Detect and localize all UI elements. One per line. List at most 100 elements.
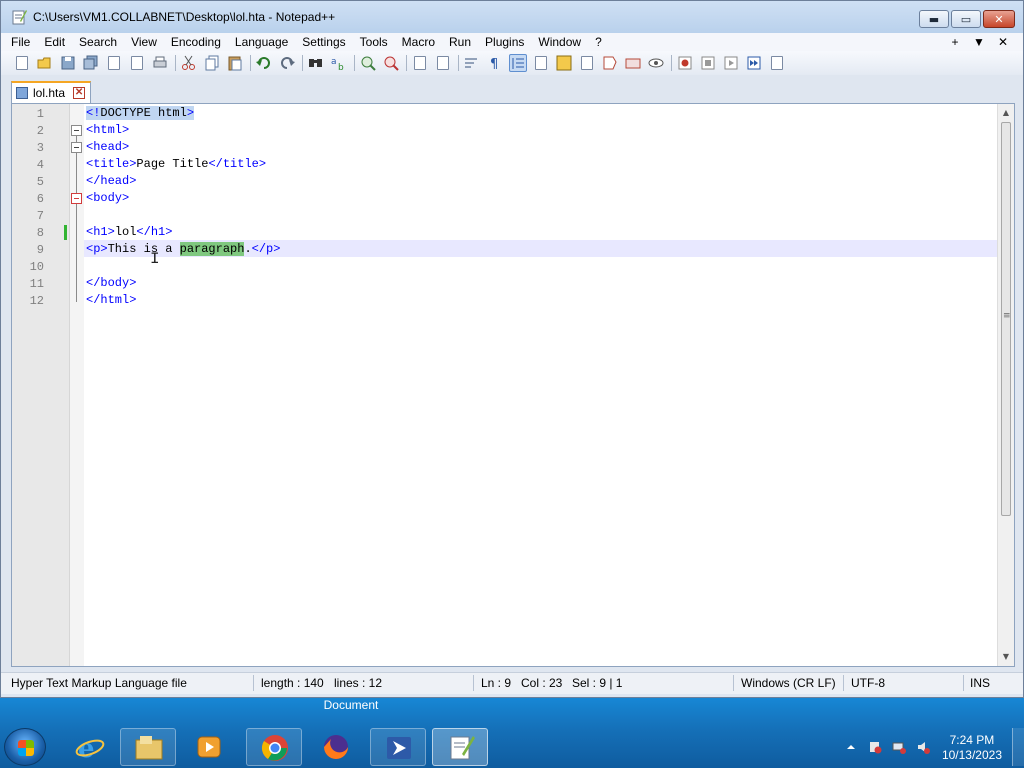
code-line: </body> bbox=[86, 276, 137, 290]
line-number: 10 bbox=[29, 260, 44, 274]
cut-icon[interactable] bbox=[180, 54, 198, 72]
code-line: <html> bbox=[86, 123, 130, 137]
notepadpp-taskbar-icon[interactable] bbox=[432, 728, 488, 766]
fold-toggle-icon[interactable] bbox=[71, 193, 82, 204]
show-all-chars-icon[interactable]: ¶ bbox=[486, 54, 504, 72]
menu-file[interactable]: File bbox=[1, 33, 37, 51]
minimize-button[interactable]: ▬ bbox=[919, 10, 949, 28]
scroll-thumb[interactable] bbox=[1001, 122, 1011, 516]
stop-macro-icon[interactable] bbox=[699, 54, 717, 72]
user-define-icon[interactable] bbox=[532, 54, 550, 72]
status-divider bbox=[843, 675, 844, 691]
menu-encoding[interactable]: Encoding bbox=[164, 33, 228, 51]
sync-horizontal-icon[interactable] bbox=[434, 54, 452, 72]
save-icon[interactable] bbox=[59, 54, 77, 72]
fold-guide bbox=[76, 134, 77, 302]
status-encoding: UTF-8 bbox=[851, 676, 885, 690]
menu-edit[interactable]: Edit bbox=[37, 33, 72, 51]
record-macro-icon[interactable] bbox=[676, 54, 694, 72]
action-center-icon[interactable] bbox=[868, 740, 882, 754]
run-macro-multiple-icon[interactable] bbox=[745, 54, 763, 72]
taskbar: Document e 7:24 PM 10/13/2023 bbox=[0, 698, 1024, 768]
network-icon[interactable] bbox=[892, 740, 906, 754]
menu-tools[interactable]: Tools bbox=[353, 33, 395, 51]
tab-label: lol.hta bbox=[33, 86, 66, 100]
status-file-type: Hyper Text Markup Language file bbox=[11, 676, 187, 690]
tab-close-icon[interactable]: ✕ bbox=[73, 87, 86, 99]
function-list-icon[interactable] bbox=[578, 54, 596, 72]
save-all-icon[interactable] bbox=[82, 54, 100, 72]
find-icon[interactable] bbox=[307, 54, 325, 72]
close-file-icon[interactable] bbox=[105, 54, 123, 72]
line-number: 7 bbox=[36, 209, 44, 223]
scroll-up-icon[interactable]: ▲ bbox=[998, 106, 1014, 120]
line-number: 1 bbox=[36, 107, 44, 121]
tab-list-button[interactable]: ▼ bbox=[967, 33, 991, 51]
show-desktop-button[interactable] bbox=[1012, 728, 1024, 766]
copy-icon[interactable] bbox=[203, 54, 221, 72]
close-button[interactable]: ✕ bbox=[983, 10, 1015, 28]
eye-icon[interactable] bbox=[647, 54, 665, 72]
word-wrap-icon[interactable] bbox=[463, 54, 481, 72]
menu-search[interactable]: Search bbox=[72, 33, 124, 51]
zoom-out-icon[interactable] bbox=[382, 54, 400, 72]
vertical-scrollbar[interactable]: ▲ ▼ bbox=[997, 104, 1014, 666]
code-line: </head> bbox=[86, 174, 137, 188]
paste-icon[interactable] bbox=[226, 54, 244, 72]
text-cursor-icon: I bbox=[150, 250, 160, 268]
save-macro-icon[interactable] bbox=[768, 54, 786, 72]
menu-help[interactable]: ? bbox=[588, 33, 609, 51]
file-explorer-icon[interactable] bbox=[120, 728, 176, 766]
status-divider bbox=[963, 675, 964, 691]
zoom-in-icon[interactable] bbox=[359, 54, 377, 72]
menu-window[interactable]: Window bbox=[531, 33, 588, 51]
play-macro-icon[interactable] bbox=[722, 54, 740, 72]
toolbar-separator bbox=[354, 55, 355, 71]
sync-vertical-icon[interactable] bbox=[411, 54, 429, 72]
editor-pane[interactable]: 1 2 3 4 5 6 7 8 9 10 11 12 <!DOCTYPE htm… bbox=[11, 103, 1015, 667]
menu-macro[interactable]: Macro bbox=[395, 33, 442, 51]
redo-icon[interactable] bbox=[278, 54, 296, 72]
status-line-number: Ln : 9 bbox=[481, 676, 512, 690]
open-file-icon[interactable] bbox=[36, 54, 54, 72]
media-player-icon[interactable] bbox=[181, 728, 237, 766]
tab-lol-hta[interactable]: lol.hta ✕ bbox=[11, 81, 91, 103]
firefox-icon[interactable] bbox=[308, 728, 364, 766]
replace-icon[interactable]: ab bbox=[330, 54, 348, 73]
menu-plugins[interactable]: Plugins bbox=[478, 33, 531, 51]
menu-view[interactable]: View bbox=[124, 33, 164, 51]
maximize-button[interactable]: ▭ bbox=[951, 10, 981, 28]
volume-icon[interactable] bbox=[916, 740, 930, 754]
fold-toggle-icon[interactable] bbox=[71, 125, 82, 136]
scroll-down-icon[interactable]: ▼ bbox=[998, 650, 1014, 664]
close-doc-button[interactable]: ✕ bbox=[991, 33, 1015, 51]
fold-toggle-icon[interactable] bbox=[71, 142, 82, 153]
line-number: 12 bbox=[29, 294, 44, 308]
toolbar-separator bbox=[671, 55, 672, 71]
monitoring-icon[interactable] bbox=[624, 54, 642, 72]
undo-icon[interactable] bbox=[255, 54, 273, 72]
menu-settings[interactable]: Settings bbox=[295, 33, 352, 51]
menu-language[interactable]: Language bbox=[228, 33, 295, 51]
internet-explorer-icon[interactable]: e bbox=[62, 728, 118, 766]
new-tab-button[interactable]: + bbox=[943, 33, 967, 51]
windows-logo-icon[interactable] bbox=[4, 728, 46, 766]
indent-guide-icon[interactable] bbox=[509, 54, 527, 72]
code-line: <!DOCTYPE html> bbox=[86, 106, 195, 120]
doc-map-icon[interactable] bbox=[555, 54, 573, 72]
toolbar-separator bbox=[175, 55, 176, 71]
close-all-icon[interactable] bbox=[128, 54, 146, 72]
fold-margin bbox=[70, 104, 84, 666]
new-file-icon[interactable] bbox=[13, 54, 31, 72]
show-hidden-icons-icon[interactable] bbox=[844, 740, 858, 754]
code-area[interactable]: <!DOCTYPE html> <html> <head> <title>Pag… bbox=[84, 104, 997, 666]
title-bar: C:\Users\VM1.COLLABNET\Desktop\lol.hta -… bbox=[1, 1, 1023, 33]
remote-desktop-icon[interactable] bbox=[370, 728, 426, 766]
menu-run[interactable]: Run bbox=[442, 33, 478, 51]
print-icon[interactable] bbox=[151, 54, 169, 72]
folder-workspace-icon[interactable] bbox=[601, 54, 619, 72]
system-clock[interactable]: 7:24 PM 10/13/2023 bbox=[942, 733, 1002, 763]
status-divider bbox=[253, 675, 254, 691]
chrome-icon[interactable] bbox=[246, 728, 302, 766]
